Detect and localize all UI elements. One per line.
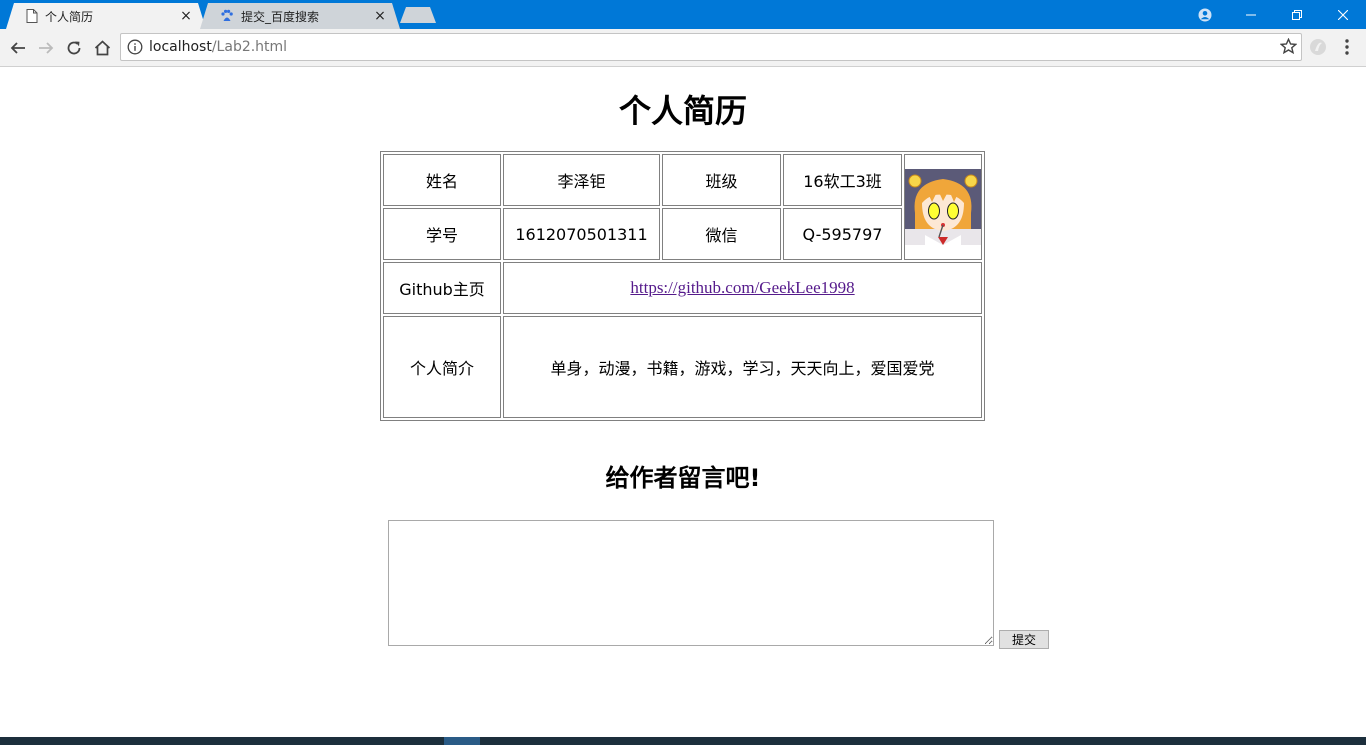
browser-toolbar: localhost/Lab2.html (0, 29, 1366, 67)
baidu-paw-icon (221, 9, 233, 21)
home-icon[interactable] (89, 35, 115, 61)
page-title: 个人简历 (618, 92, 747, 130)
name-label: 姓名 (383, 154, 501, 206)
browser-titlebar: 个人简历 × 提交_百度搜索 × (0, 0, 1366, 29)
taskbar-active-app[interactable] (444, 737, 480, 745)
minimize-icon[interactable] (1228, 0, 1274, 29)
address-bar[interactable]: localhost/Lab2.html (120, 33, 1302, 61)
class-value: 16软工3班 (783, 154, 902, 206)
github-link[interactable]: https://github.com/GeekLee1998 (630, 278, 854, 297)
page-icon (26, 9, 38, 23)
taskbar (0, 737, 1366, 745)
resume-table: 姓名 李泽钜 班级 16软工3班 学号 1612070501311 微信 Q-5… (380, 151, 986, 421)
menu-dots-icon[interactable] (1340, 37, 1354, 57)
id-label: 学号 (383, 208, 501, 260)
restore-icon[interactable] (1274, 0, 1320, 29)
avatar-cell (904, 154, 983, 260)
url-path: /Lab2.html (211, 39, 288, 55)
forward-icon[interactable] (33, 35, 59, 61)
intro-value: 单身，动漫，书籍，游戏，学习，天天向上，爱国爱党 (503, 316, 983, 418)
profile-icon[interactable] (1182, 0, 1228, 29)
new-tab-button[interactable] (400, 7, 436, 23)
intro-label: 个人简介 (383, 316, 501, 418)
info-icon[interactable] (127, 39, 143, 55)
tab-title: 个人简历 (45, 9, 94, 24)
github-label: Github主页 (383, 262, 501, 314)
name-value: 李泽钜 (503, 154, 660, 206)
avatar (905, 169, 981, 245)
message-textarea[interactable] (388, 520, 994, 646)
id-value: 1612070501311 (503, 208, 660, 260)
wechat-label: 微信 (662, 208, 781, 260)
message-title: 给作者留言吧! (605, 464, 761, 492)
tab-resume[interactable]: 个人简历 × (6, 3, 206, 29)
url-host: localhost (149, 39, 212, 55)
tab-baidu[interactable]: 提交_百度搜索 × (200, 3, 400, 29)
wechat-value: Q-595797 (783, 208, 902, 260)
tab-title: 提交_百度搜索 (241, 9, 320, 24)
back-icon[interactable] (5, 35, 31, 61)
tab-close-icon[interactable]: × (178, 8, 194, 24)
submit-button[interactable]: 提交 (999, 630, 1049, 649)
extension-icon[interactable] (1309, 38, 1327, 56)
class-label: 班级 (662, 154, 781, 206)
reload-icon[interactable] (61, 35, 87, 61)
tab-close-icon[interactable]: × (372, 8, 388, 24)
close-window-icon[interactable] (1320, 0, 1366, 29)
github-cell: https://github.com/GeekLee1998 (503, 262, 983, 314)
bookmark-star-icon[interactable] (1280, 38, 1297, 55)
